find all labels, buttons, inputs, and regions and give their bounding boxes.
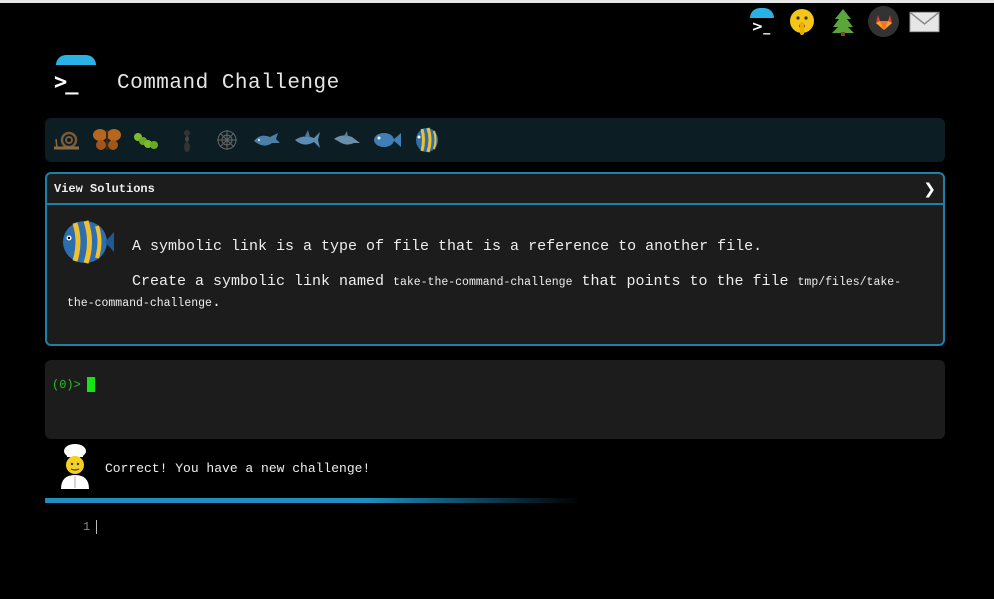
command-challenge-logo-icon[interactable]: >_	[745, 6, 776, 37]
mail-icon[interactable]	[909, 6, 940, 37]
spider-web-icon[interactable]	[211, 124, 243, 156]
prompt-text: (0)>	[52, 377, 81, 392]
caterpillar-icon[interactable]	[131, 124, 163, 156]
butterfly-icon[interactable]	[91, 124, 123, 156]
chef-icon	[57, 442, 93, 495]
snail-icon[interactable]	[51, 124, 83, 156]
line-number: 1	[83, 520, 91, 534]
link-name-code: take-the-command-challenge	[393, 276, 573, 289]
view-solutions-label: View Solutions	[54, 181, 155, 196]
terminal-cursor	[86, 377, 95, 392]
challenge-progress-bar	[45, 118, 945, 162]
tree-icon[interactable]	[827, 6, 858, 37]
view-solutions-toggle[interactable]: View Solutions ❯	[47, 174, 943, 205]
fish-icon[interactable]	[371, 124, 403, 156]
tropical-fish-icon	[59, 218, 115, 271]
top-nav-icons: >_	[745, 6, 940, 37]
terminal-input-area[interactable]: (0)>	[45, 360, 945, 439]
shushing-face-icon[interactable]	[786, 6, 817, 37]
app-logo[interactable]: >_	[52, 55, 98, 99]
terminal-prompt: (0)>	[52, 377, 95, 392]
editor-caret	[96, 520, 98, 534]
challenge-intro-text: A symbolic link is a type of file that i…	[132, 238, 763, 255]
task-suffix: .	[211, 294, 221, 311]
page-title: Command Challenge	[117, 72, 340, 95]
challenge-panel: View Solutions ❯ A symbolic link is a ty…	[45, 172, 945, 346]
terminal-prompt-icon: >_	[54, 70, 78, 95]
gitlab-icon[interactable]	[868, 6, 899, 37]
dolphin-icon[interactable]	[331, 124, 363, 156]
status-message: Correct! You have a new challenge!	[105, 461, 371, 476]
whale-icon[interactable]	[251, 124, 283, 156]
task-prefix: Create a symbolic link named	[132, 273, 394, 290]
editor[interactable]: 1	[83, 520, 98, 534]
shark-icon[interactable]	[291, 124, 323, 156]
logo-dome	[56, 55, 96, 65]
task-middle: that points to the file	[572, 273, 798, 290]
chevron-right-icon[interactable]: ❯	[923, 180, 936, 198]
challenge-task-text: Create a symbolic link named take-the-co…	[67, 272, 927, 314]
tropical-fish-icon[interactable]	[411, 124, 443, 156]
top-border	[0, 0, 994, 3]
ant-icon[interactable]	[171, 124, 203, 156]
section-divider	[45, 498, 580, 503]
